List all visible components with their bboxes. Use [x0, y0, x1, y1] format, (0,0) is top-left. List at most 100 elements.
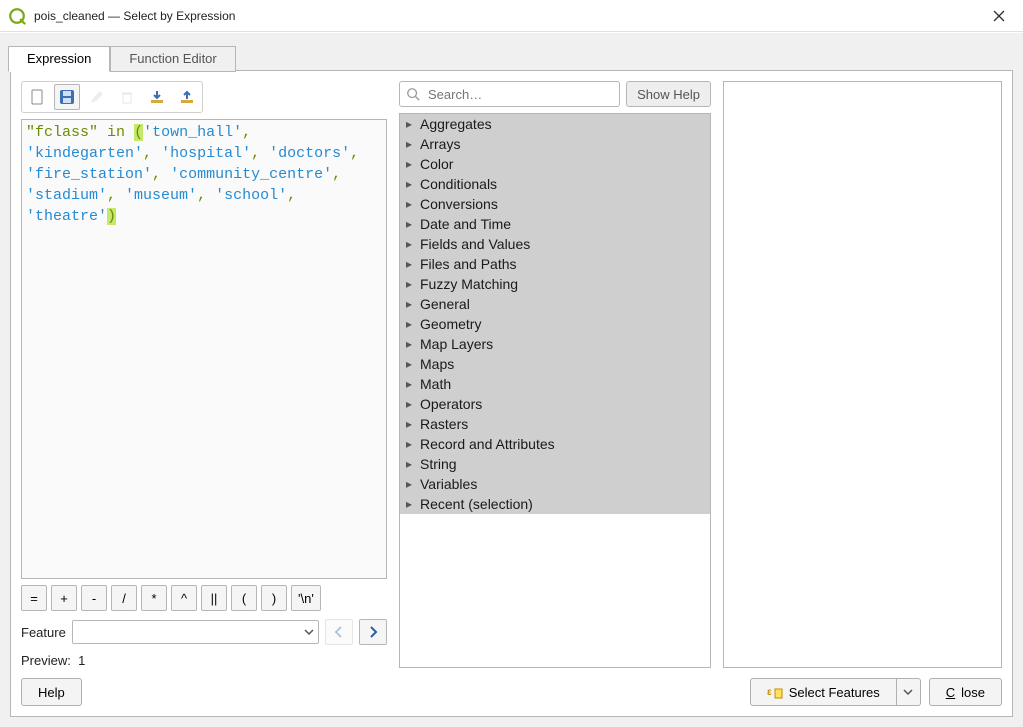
expression-token: ,	[197, 187, 206, 204]
operator-button[interactable]: '\n'	[291, 585, 321, 611]
function-category[interactable]: ▸Fields and Values	[400, 234, 710, 254]
operator-button[interactable]: *	[141, 585, 167, 611]
search-box[interactable]	[399, 81, 620, 107]
function-tree[interactable]: ▸Aggregates▸Arrays▸Color▸Conditionals▸Co…	[399, 113, 711, 668]
category-label: Record and Attributes	[420, 436, 555, 452]
category-label: Arrays	[420, 136, 460, 152]
function-category[interactable]: ▸ Arrays	[400, 134, 710, 154]
category-label: String	[420, 456, 457, 472]
search-row: Show Help	[399, 81, 711, 107]
feature-selector-row: Feature	[21, 619, 387, 645]
import-expression-button[interactable]	[144, 84, 170, 110]
operator-button[interactable]: =	[21, 585, 47, 611]
operator-button[interactable]: ||	[201, 585, 227, 611]
expression-token: 'town_hall'	[143, 124, 242, 141]
feature-prev-button	[325, 619, 353, 645]
export-expression-button[interactable]	[174, 84, 200, 110]
select-features-button[interactable]: ε Select Features	[750, 678, 897, 706]
delete-expression-button	[114, 84, 140, 110]
expand-arrow-icon: ▸	[404, 137, 414, 151]
function-category[interactable]: ▸Math	[400, 374, 710, 394]
function-category[interactable]: ▸Fuzzy Matching	[400, 274, 710, 294]
show-help-button[interactable]: Show Help	[626, 81, 711, 107]
expression-token: 'kindegarten'	[26, 145, 143, 162]
category-label: Conversions	[420, 196, 498, 212]
close-button[interactable]: Close	[929, 678, 1002, 706]
expression-token: ,	[152, 166, 161, 183]
category-label: Conditionals	[420, 176, 497, 192]
expand-arrow-icon: ▸	[404, 497, 414, 511]
expression-token: ,	[332, 166, 341, 183]
expression-token: 'doctors'	[269, 145, 350, 162]
window-close-button[interactable]	[981, 2, 1017, 30]
function-category[interactable]: ▸ Recent (selection)	[400, 494, 710, 514]
function-category[interactable]: ▸ Record and Attributes	[400, 434, 710, 454]
expand-arrow-icon: ▸	[404, 177, 414, 191]
expression-toolbar	[21, 81, 203, 113]
search-input[interactable]	[426, 86, 613, 103]
expression-editor[interactable]: "fclass" in ('town_hall', 'kindegarten',…	[21, 119, 387, 579]
function-category[interactable]: ▸Map Layers	[400, 334, 710, 354]
select-features-split-button: ε Select Features	[750, 678, 921, 706]
expression-token: 'museum'	[125, 187, 197, 204]
category-label: Variables	[420, 476, 477, 492]
new-expression-button[interactable]	[24, 84, 50, 110]
edit-expression-button	[84, 84, 110, 110]
operator-button[interactable]: (	[231, 585, 257, 611]
help-button[interactable]: Help	[21, 678, 82, 706]
function-category[interactable]: ▸Aggregates	[400, 114, 710, 134]
operator-button[interactable]: )	[261, 585, 287, 611]
operator-button[interactable]: -	[81, 585, 107, 611]
function-category[interactable]: ▸Variables	[400, 474, 710, 494]
window-title: pois_cleaned — Select by Expression	[34, 9, 981, 23]
feature-combo[interactable]	[72, 620, 319, 644]
function-category[interactable]: ▸Color	[400, 154, 710, 174]
expand-arrow-icon: ▸	[404, 117, 414, 131]
function-category[interactable]: ▸Operators	[400, 394, 710, 414]
category-label: Geometry	[420, 316, 481, 332]
preview-value: 1	[78, 653, 85, 668]
function-category[interactable]: ▸ String	[400, 454, 710, 474]
function-category[interactable]: ▸General	[400, 294, 710, 314]
feature-next-button[interactable]	[359, 619, 387, 645]
operator-button[interactable]: ^	[171, 585, 197, 611]
app-icon	[8, 7, 26, 25]
function-category[interactable]: ▸Conversions	[400, 194, 710, 214]
expression-token: 'theatre'	[26, 208, 107, 225]
expression-token: ,	[242, 124, 251, 141]
tab-function-editor[interactable]: Function Editor	[110, 46, 235, 72]
expand-arrow-icon: ▸	[404, 437, 414, 451]
tab-panel: "fclass" in ('town_hall', 'kindegarten',…	[10, 70, 1013, 717]
select-features-dropdown[interactable]	[897, 678, 921, 706]
function-category[interactable]: ▸Rasters	[400, 414, 710, 434]
category-label: Math	[420, 376, 451, 392]
function-category[interactable]: ▸Maps	[400, 354, 710, 374]
category-label: Rasters	[420, 416, 468, 432]
function-category[interactable]: ▸ Geometry	[400, 314, 710, 334]
search-icon	[406, 87, 420, 101]
function-category[interactable]: ▸Files and Paths	[400, 254, 710, 274]
operator-button[interactable]: +	[51, 585, 77, 611]
help-pane	[723, 81, 1002, 668]
tab-expression[interactable]: Expression	[8, 46, 110, 72]
expand-arrow-icon: ▸	[404, 357, 414, 371]
function-category[interactable]: ▸Date and Time	[400, 214, 710, 234]
expand-arrow-icon: ▸	[404, 317, 414, 331]
titlebar: pois_cleaned — Select by Expression	[0, 0, 1023, 32]
function-category[interactable]: ▸ Conditionals	[400, 174, 710, 194]
expand-arrow-icon: ▸	[404, 337, 414, 351]
expression-token: 'school'	[215, 187, 287, 204]
tab-bar: Expression Function Editor	[8, 45, 1013, 71]
expand-arrow-icon: ▸	[404, 157, 414, 171]
help-content	[723, 81, 1002, 668]
expression-token: 'fire_station'	[26, 166, 152, 183]
category-label: General	[420, 296, 470, 312]
operator-button[interactable]: /	[111, 585, 137, 611]
dialog-footer: Help ε Select Features Close	[21, 678, 1002, 706]
expression-token: ,	[350, 145, 359, 162]
save-expression-button[interactable]	[54, 84, 80, 110]
expression-token: "fclass"	[26, 124, 98, 141]
category-label: Recent (selection)	[420, 496, 533, 512]
expand-arrow-icon: ▸	[404, 457, 414, 471]
function-list-pane: Show Help ▸Aggregates▸Arrays▸Color▸Condi…	[399, 81, 711, 668]
